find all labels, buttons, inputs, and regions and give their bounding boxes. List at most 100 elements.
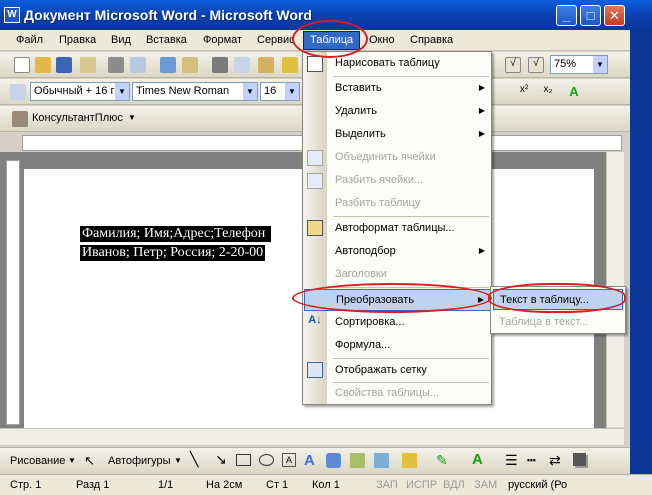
submenu-arrow-icon: ▶ [478,83,485,92]
font-color-icon[interactable]: A [566,84,582,100]
menu-help[interactable]: Справка [410,34,453,46]
chevron-down-icon[interactable]: ▼ [115,83,129,100]
menu-file[interactable]: Файл [16,34,43,46]
menu-item-autoformat[interactable]: Автоформат таблицы... [327,218,491,240]
title-bar: W Документ Microsoft Word - Microsoft Wo… [0,0,652,30]
permission-icon[interactable] [80,57,96,73]
superscript-icon[interactable]: x² [516,84,532,100]
menu-item-table-to-text[interactable]: Таблица в текст... [493,312,623,333]
menu-bar: Файл Правка Вид Вставка Формат Сервис Та… [0,30,630,51]
status-rec[interactable]: ЗАП [376,479,398,491]
chevron-down-icon[interactable]: ▼ [285,83,299,100]
clipart-icon[interactable] [350,453,365,468]
menu-window[interactable]: Окно [369,34,395,46]
font-size-select[interactable]: 16 ▼ [260,82,300,101]
menu-tools[interactable]: Сервис [257,34,295,46]
shadow-style-icon[interactable] [573,453,586,466]
style-select[interactable]: Обычный + 16 г ▼ [30,82,130,101]
picture-icon[interactable] [374,453,389,468]
save-icon[interactable] [56,57,72,73]
status-ovr[interactable]: ЗАМ [474,479,497,491]
close-button[interactable]: ✕ [604,5,625,26]
table-menu: Нарисовать таблицу Вставить ▶ Удалить ▶ Вы… [302,51,492,405]
zoom-select[interactable]: 75% ▼ [550,55,608,74]
cut-icon[interactable] [212,57,228,73]
draw-menu-button[interactable]: Рисование [10,455,65,467]
open-folder-icon[interactable] [35,57,51,73]
print-icon[interactable] [108,57,124,73]
chevron-down-icon[interactable]: ▼ [593,56,607,73]
paste-icon[interactable] [258,57,274,73]
new-document-icon[interactable] [14,57,30,73]
chevron-down-icon[interactable]: ▼ [128,113,136,122]
oval-icon[interactable] [259,454,274,466]
autoshapes-menu-button[interactable]: Автофигуры [108,455,171,467]
menu-item-delete[interactable]: Удалить ▶ [327,101,491,123]
chevron-down-icon[interactable]: ▼ [243,83,257,100]
line-style-icon[interactable]: ☰ [505,452,518,469]
rectangle-icon[interactable] [236,454,251,466]
fill-color-icon[interactable] [402,453,417,468]
line-icon[interactable]: ╲ [190,451,198,468]
format-painter-icon[interactable] [282,57,298,73]
consultant-menu[interactable]: КонсультантПлюс [32,112,123,124]
status-pages: 1/1 [158,479,174,491]
menu-edit[interactable]: Правка [59,34,96,46]
subscript-icon[interactable]: x₂ [540,84,556,100]
minimize-button[interactable]: _ [556,5,577,26]
spelling-icon[interactable] [160,57,176,73]
menu-table[interactable]: Таблица [303,31,361,50]
font-color-icon[interactable]: A [472,451,483,468]
arrow-style-icon[interactable]: ⇄ [549,452,561,469]
horizontal-scrollbar[interactable] [0,428,624,445]
status-ext[interactable]: ВДЛ [443,479,465,491]
status-line: Ст 1 [266,479,289,491]
menu-format[interactable]: Формат [203,34,242,46]
print-preview-icon[interactable] [130,57,146,73]
menu-item-headings[interactable]: Заголовки [327,264,491,286]
menu-item-merge-cells[interactable]: Объединить ячейки [327,147,491,169]
line-color-icon[interactable]: ✎ [436,452,448,469]
status-page: Стр. 1 [10,479,42,491]
document-line-2[interactable]: Иванов; Петр; Россия; 2-20-00 [80,245,266,261]
vertical-ruler[interactable] [6,160,20,425]
menu-item-formula[interactable]: Формула... [327,335,491,357]
menu-item-split-table[interactable]: Разбить таблицу [327,193,491,215]
status-trk[interactable]: ИСПР [406,479,437,491]
sort-icon: A↓ [308,314,322,326]
menu-item-draw-table[interactable]: Нарисовать таблицу [327,53,491,75]
menu-item-table-properties[interactable]: Свойства таблицы... [327,383,491,405]
arrow-icon[interactable]: ↘ [215,451,227,468]
menu-item-label: Удалить [335,105,377,117]
menu-view[interactable]: Вид [111,34,131,46]
sqrt-icon[interactable]: √ [505,57,521,73]
wordart-icon[interactable]: A [304,452,315,469]
chevron-down-icon[interactable]: ▼ [68,456,76,465]
select-objects-icon[interactable]: ↖ [84,453,95,469]
menu-item-convert[interactable]: Преобразовать ▶ [304,289,491,311]
menu-item-select[interactable]: Выделить ▶ [327,124,491,146]
textbox-icon[interactable]: A [282,453,296,467]
status-position: На 2см [206,479,243,491]
menu-insert[interactable]: Вставка [146,34,187,46]
maximize-button[interactable]: □ [580,5,601,26]
menu-item-sort[interactable]: Сортировка... [327,312,491,334]
research-icon[interactable] [182,57,198,73]
menu-item-autofit[interactable]: Автоподбор ▶ [327,241,491,263]
chevron-down-icon[interactable]: ▼ [174,456,182,465]
document-line-1[interactable]: Фамилия; Имя;Адрес;Телефон [80,226,271,242]
menu-item-show-gridlines[interactable]: Отображать сетку [327,360,491,382]
dash-style-icon[interactable]: ┅ [527,452,535,469]
diagram-icon[interactable] [326,453,341,468]
styles-pane-icon[interactable] [10,84,26,100]
window-title: Документ Microsoft Word - Microsoft Word [24,7,312,23]
copy-icon[interactable] [234,57,250,73]
word-app-icon[interactable]: W [4,7,20,23]
submenu-arrow-icon: ▶ [477,295,484,304]
menu-item-label: Преобразовать [336,294,415,306]
font-select[interactable]: Times New Roman ▼ [132,82,258,101]
menu-item-text-to-table[interactable]: Текст в таблицу... [493,289,623,310]
sqrt-alt-icon[interactable]: √ [528,57,544,73]
menu-item-split-cells[interactable]: Разбить ячейки... [327,170,491,192]
menu-item-insert[interactable]: Вставить ▶ [327,78,491,100]
